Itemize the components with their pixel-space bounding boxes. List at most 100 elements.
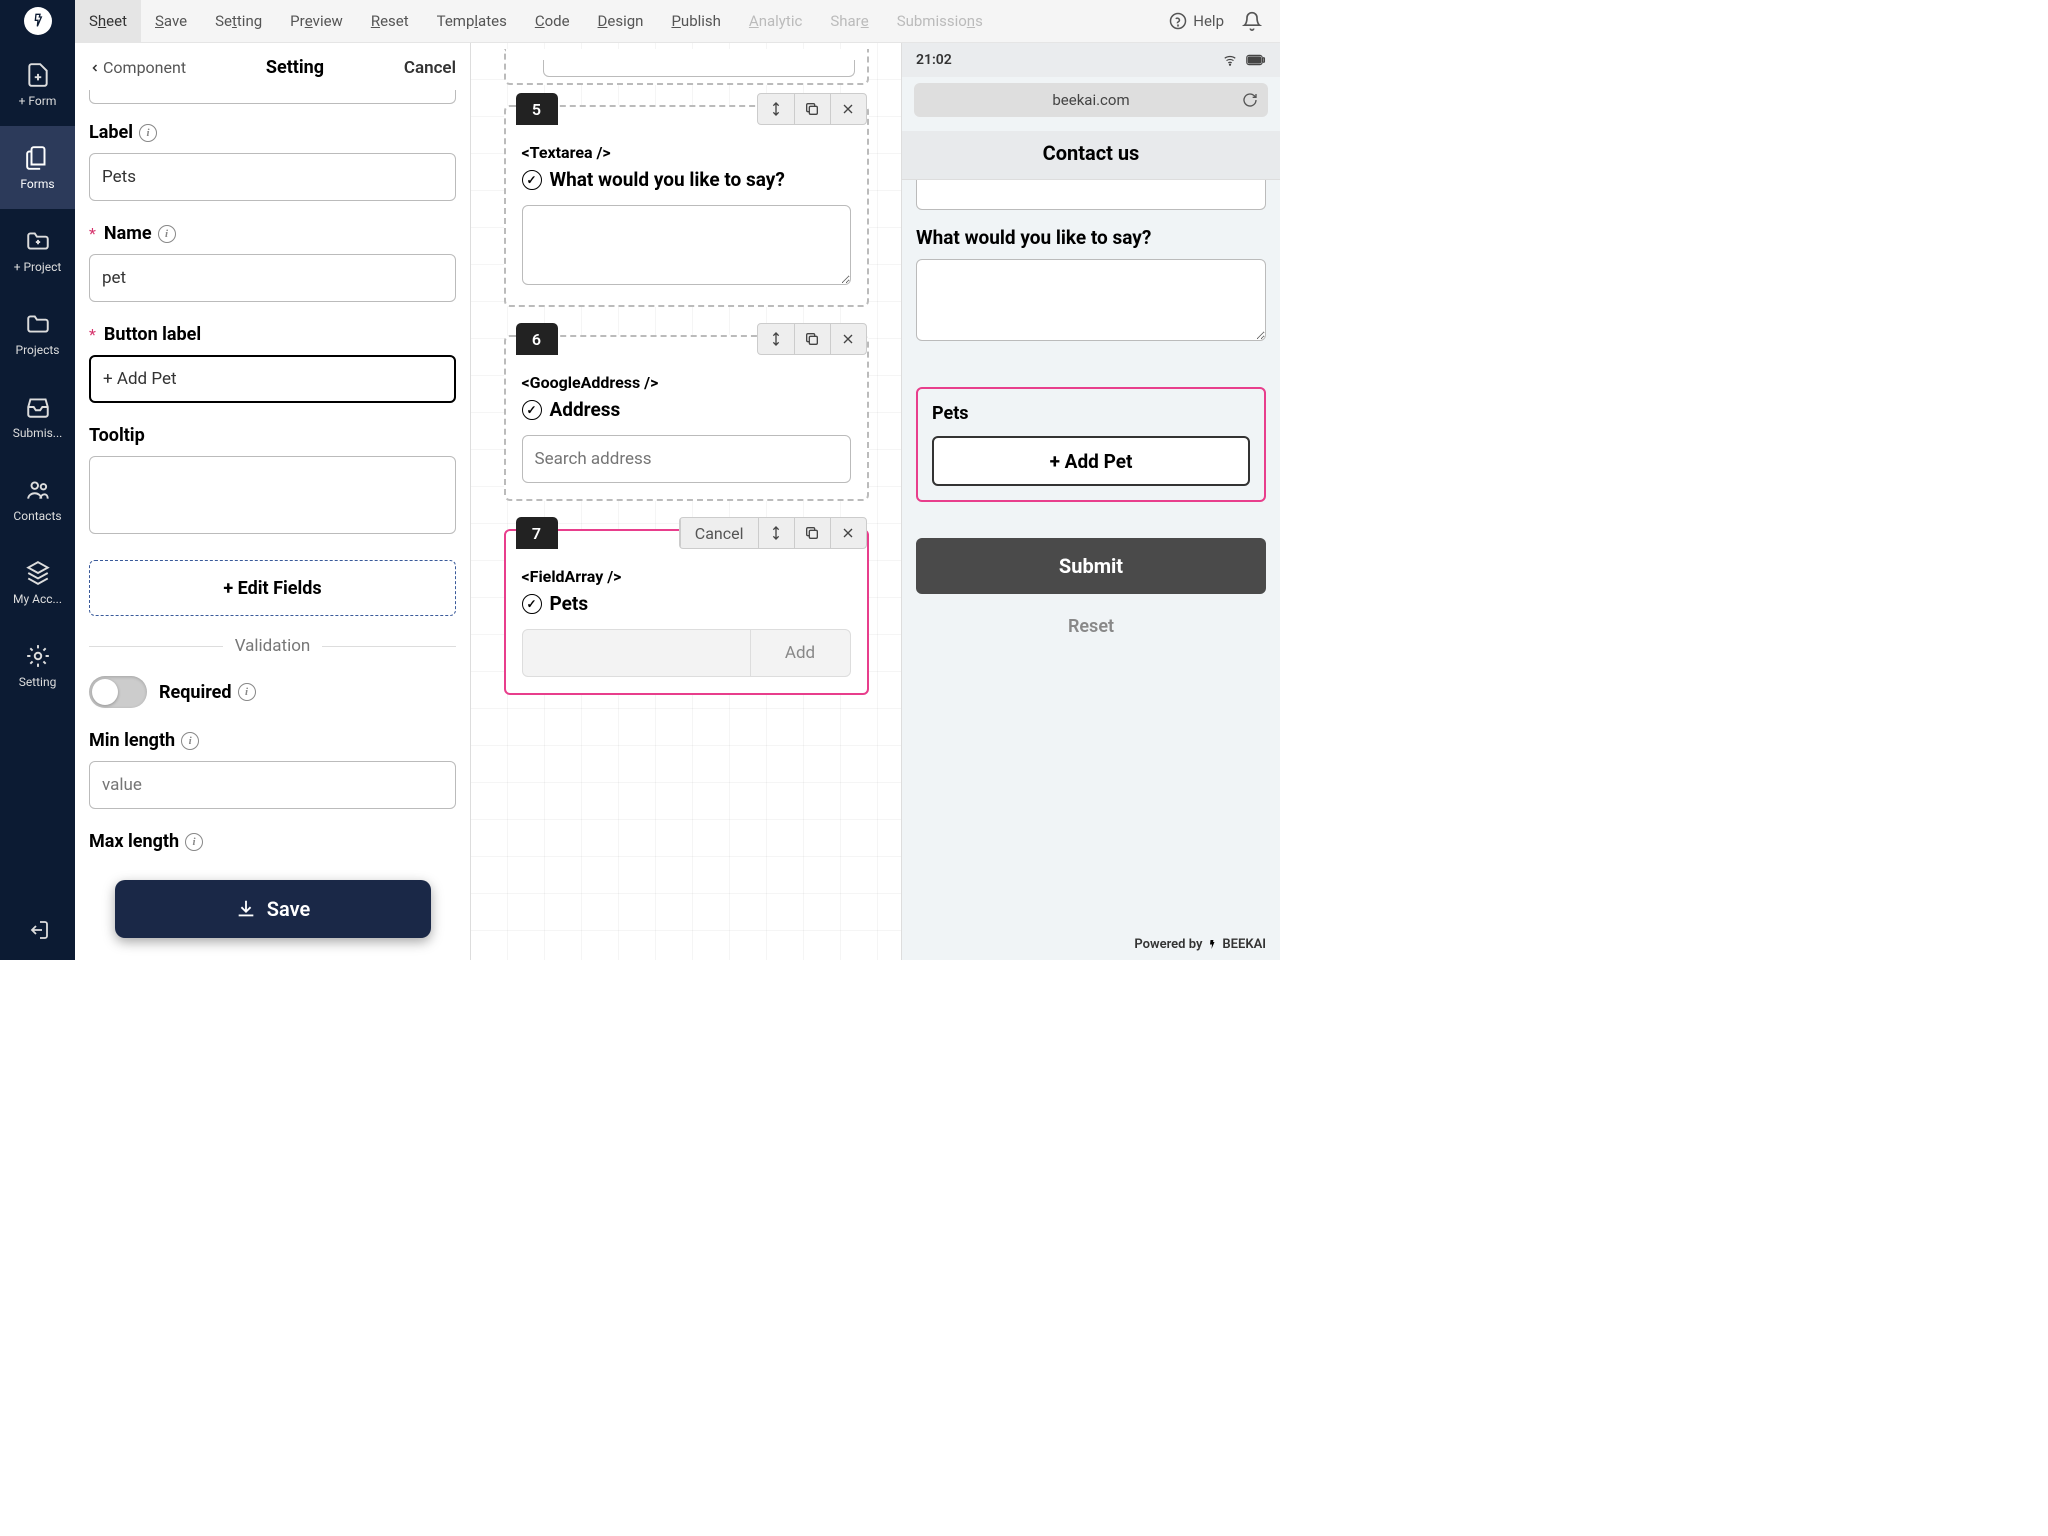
component-toolbar: Cancel [679, 517, 867, 549]
refresh-icon[interactable] [1242, 92, 1258, 108]
sidebar-setting[interactable]: Setting [0, 624, 75, 707]
component-tag: <Textarea /> [522, 143, 851, 162]
required-toggle[interactable] [89, 676, 147, 708]
field-label: Min length [89, 730, 175, 751]
form-canvas: 5 <Textarea /> ✓What would you like to s… [471, 43, 902, 960]
battery-icon [1246, 53, 1266, 67]
chevron-left-icon [89, 62, 101, 74]
help-button[interactable]: Help [1169, 12, 1224, 30]
sidebar-label: + Form [19, 94, 57, 108]
folder-plus-icon [25, 228, 51, 254]
component-card-7[interactable]: 7 Cancel <FieldArray /> ✓Pets Add [504, 529, 869, 695]
sidebar-projects[interactable]: Projects [0, 292, 75, 375]
menu-setting[interactable]: Setting [201, 0, 276, 42]
component-card-5[interactable]: 5 <Textarea /> ✓What would you like to s… [504, 105, 869, 307]
info-icon[interactable]: i [181, 732, 199, 750]
footer-prefix: Powered by [1134, 937, 1202, 952]
component-title: Address [550, 398, 621, 421]
move-icon[interactable] [758, 324, 794, 354]
field-label: Max length [89, 831, 179, 852]
settings-panel: Component Setting Cancel Labeli *Namei *… [75, 43, 471, 960]
copy-icon[interactable] [794, 324, 830, 354]
copy-icon[interactable] [794, 94, 830, 124]
label-input[interactable] [89, 153, 456, 201]
sidebar-label: Forms [20, 177, 54, 191]
menu-analytic[interactable]: Analytic [735, 0, 816, 42]
layers-icon [25, 560, 51, 586]
info-icon[interactable]: i [185, 833, 203, 851]
menu-save[interactable]: Save [141, 0, 201, 42]
address-input[interactable] [522, 435, 851, 483]
edit-fields-button[interactable]: + Edit Fields [89, 560, 456, 616]
logout-icon [26, 918, 50, 942]
component-number: 7 [516, 517, 558, 549]
menu-code[interactable]: Code [521, 0, 584, 42]
move-icon[interactable] [758, 518, 794, 548]
cancel-button[interactable]: Cancel [404, 58, 456, 78]
back-button[interactable]: Component [89, 58, 186, 77]
menu-reset[interactable]: Reset [357, 0, 423, 42]
close-icon[interactable] [830, 324, 866, 354]
sidebar-add-project[interactable]: + Project [0, 209, 75, 292]
menu-share[interactable]: Share [816, 0, 882, 42]
component-number: 6 [516, 323, 558, 355]
sidebar-label: My Acc... [13, 592, 62, 606]
button-label-input[interactable] [89, 355, 456, 403]
status-time: 21:02 [916, 52, 952, 68]
field-label: Tooltip [89, 425, 145, 446]
component-tag: <FieldArray /> [522, 567, 851, 586]
file-plus-icon [25, 62, 51, 88]
menu-publish[interactable]: Publish [657, 0, 734, 42]
sidebar-submissions[interactable]: Submis... [0, 375, 75, 458]
close-icon[interactable] [830, 94, 866, 124]
menu-sheet[interactable]: Sheet [75, 0, 141, 42]
logo[interactable] [0, 0, 75, 43]
top-left: Sheet Save Setting Preview Reset Templat… [0, 0, 997, 42]
component-tag: <GoogleAddress /> [522, 373, 851, 392]
tooltip-input[interactable] [89, 456, 456, 534]
menu-submissions[interactable]: Submissions [883, 0, 997, 42]
url-bar[interactable]: beekai.com [914, 83, 1268, 117]
add-pet-button[interactable]: + Add Pet [932, 436, 1250, 486]
info-icon[interactable]: i [158, 225, 176, 243]
fieldarray-input[interactable] [523, 630, 750, 676]
min-length-input[interactable] [89, 761, 456, 809]
sidebar-label: Setting [19, 675, 57, 689]
preview-footer: Powered by BEEKAI [902, 929, 1280, 960]
reset-button[interactable]: Reset [916, 616, 1266, 637]
menu-design[interactable]: Design [584, 0, 658, 42]
users-icon [25, 477, 51, 503]
settings-title: Setting [266, 57, 324, 78]
fieldarray-add-button[interactable]: Add [750, 630, 850, 676]
copy-icon[interactable] [794, 518, 830, 548]
info-icon[interactable]: i [139, 124, 157, 142]
sidebar-account[interactable]: My Acc... [0, 541, 75, 624]
name-input[interactable] [89, 254, 456, 302]
sidebar-add-form[interactable]: + Form [0, 43, 75, 126]
info-icon[interactable]: i [238, 683, 256, 701]
menu-items: Sheet Save Setting Preview Reset Templat… [75, 0, 997, 42]
settings-header: Component Setting Cancel [75, 43, 470, 90]
menu-templates[interactable]: Templates [423, 0, 521, 42]
component-cancel[interactable]: Cancel [680, 518, 758, 548]
save-button[interactable]: Save [115, 880, 431, 938]
move-icon[interactable] [758, 94, 794, 124]
menu-preview[interactable]: Preview [276, 0, 357, 42]
preview-question-label: What would you like to say? [916, 226, 1266, 249]
close-icon[interactable] [830, 518, 866, 548]
bell-icon[interactable] [1242, 11, 1262, 31]
component-card-6[interactable]: 6 <GoogleAddress /> ✓Address [504, 335, 869, 501]
url-text: beekai.com [1052, 91, 1129, 109]
sidebar-forms[interactable]: Forms [0, 126, 75, 209]
component-textarea[interactable] [522, 205, 851, 285]
preview-textarea[interactable] [916, 259, 1266, 341]
clipped-component [504, 49, 869, 85]
sidebar-logout[interactable] [0, 900, 75, 960]
submit-button[interactable]: Submit [916, 538, 1266, 594]
left-sidebar: + Form Forms + Project Projects Submis..… [0, 43, 75, 960]
clipped-fragment [89, 90, 456, 104]
sidebar-label: Contacts [13, 509, 61, 523]
sidebar-contacts[interactable]: Contacts [0, 458, 75, 541]
component-toolbar [757, 93, 867, 125]
field-label: Label [89, 122, 133, 143]
